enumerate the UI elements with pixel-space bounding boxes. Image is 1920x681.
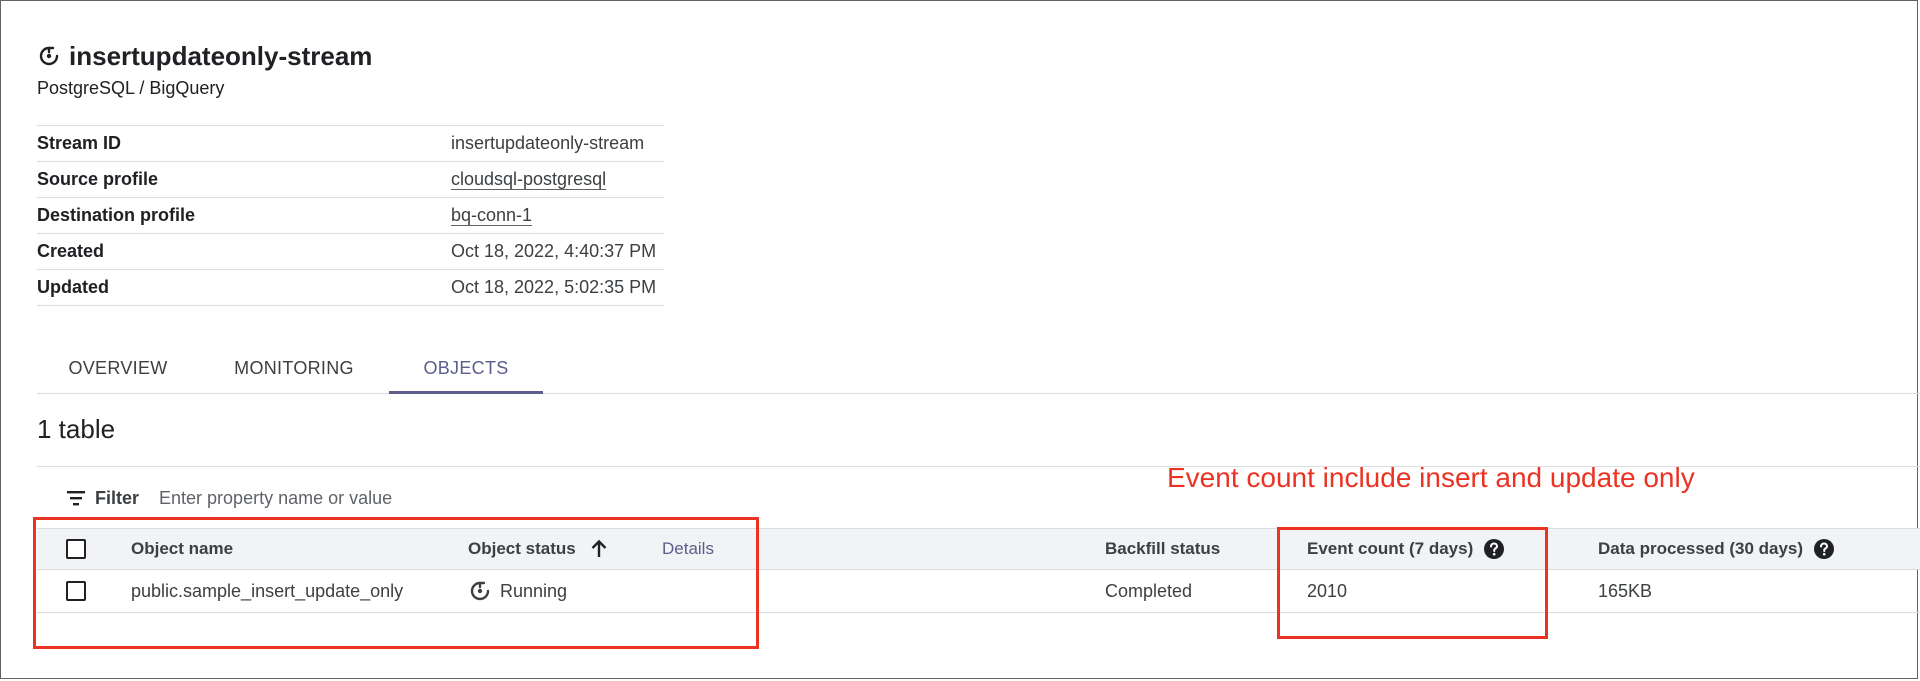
destination-profile-link[interactable]: bq-conn-1	[451, 205, 532, 226]
stream-properties: Stream ID insertupdateonly-stream Source…	[37, 125, 664, 306]
filter-input[interactable]	[159, 487, 560, 509]
property-row-stream-id: Stream ID insertupdateonly-stream	[37, 126, 664, 162]
property-label: Created	[37, 241, 105, 261]
filter-label[interactable]: Filter	[95, 488, 139, 509]
annotation-text: Event count include insert and update on…	[1167, 462, 1695, 493]
property-row-destination-profile: Destination profile bq-conn-1	[37, 198, 664, 234]
column-data-processed[interactable]: Data processed (30 days)	[1598, 529, 1835, 569]
property-label: Updated	[37, 277, 109, 297]
help-icon[interactable]	[1813, 538, 1835, 560]
highlight-box-event-count	[1277, 527, 1548, 639]
highlight-box-object	[33, 517, 759, 649]
column-data-processed-label: Data processed (30 days)	[1598, 539, 1804, 558]
tab-bar: OVERVIEW MONITORING OBJECTS	[37, 343, 1920, 394]
page-subtitle: PostgreSQL / BigQuery	[37, 78, 225, 98]
filter-icon[interactable]	[65, 487, 87, 509]
property-value: insertupdateonly-stream	[451, 133, 645, 153]
property-label: Source profile	[37, 169, 159, 189]
tab-monitoring[interactable]: MONITORING	[199, 343, 389, 393]
property-row-created: Created Oct 18, 2022, 4:40:37 PM	[37, 234, 664, 270]
column-backfill-status[interactable]: Backfill status	[1105, 529, 1220, 569]
property-row-updated: Updated Oct 18, 2022, 5:02:35 PM	[37, 270, 664, 306]
property-label: Destination profile	[37, 205, 196, 225]
property-value: Oct 18, 2022, 4:40:37 PM	[451, 241, 657, 261]
object-count: 1 table	[37, 414, 116, 444]
page-title: insertupdateonly-stream	[69, 40, 373, 71]
stream-header: insertupdateonly-stream	[37, 40, 372, 72]
tab-overview[interactable]: OVERVIEW	[37, 343, 199, 393]
tab-objects[interactable]: OBJECTS	[389, 343, 543, 394]
property-row-source-profile: Source profile cloudsql-postgresql	[37, 162, 664, 198]
cell-data-processed: 165KB	[1598, 580, 1653, 601]
cell-backfill-status: Completed	[1105, 580, 1193, 601]
sync-icon	[39, 46, 59, 66]
property-label: Stream ID	[37, 133, 122, 153]
source-profile-link[interactable]: cloudsql-postgresql	[451, 169, 606, 190]
property-value: Oct 18, 2022, 5:02:35 PM	[451, 277, 657, 297]
